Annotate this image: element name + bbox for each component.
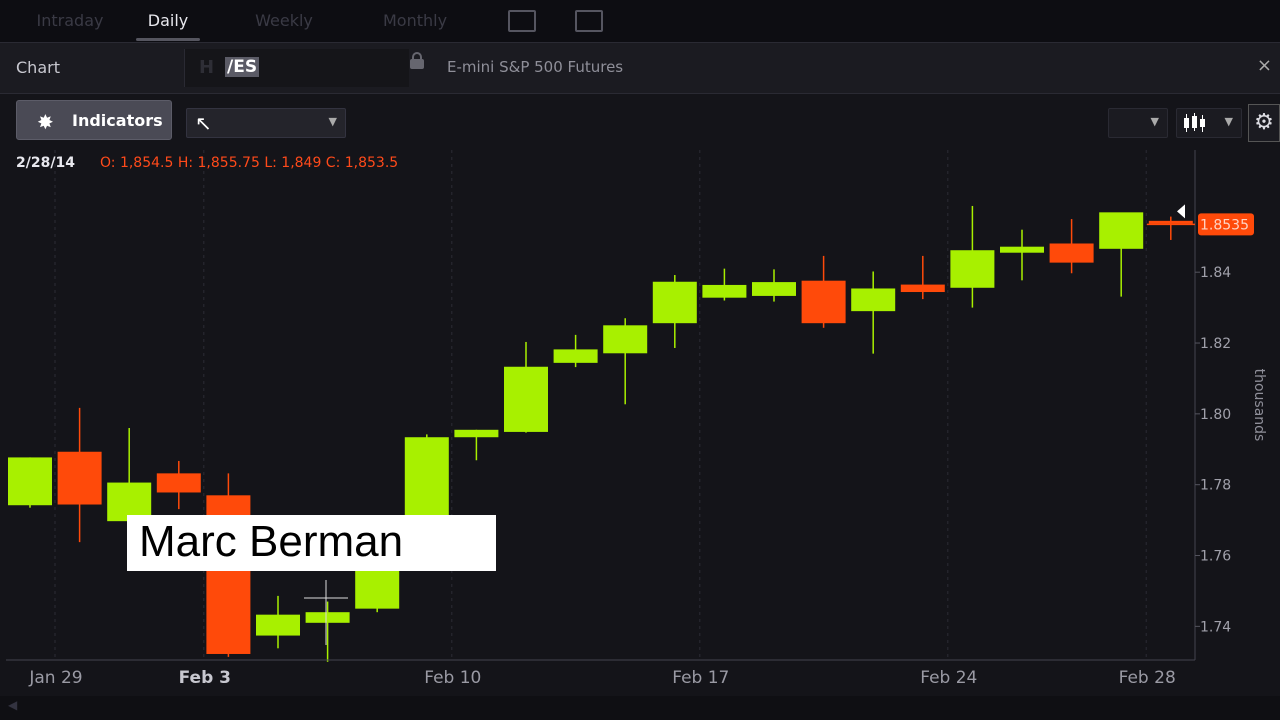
candle-body — [256, 614, 300, 636]
x-tick-label: Feb 10 — [424, 668, 481, 688]
y-tick-label: 1.80 — [1200, 407, 1231, 423]
chevron-down-icon: ▼ — [1150, 115, 1159, 128]
chart-style-dropdown[interactable]: ▼ — [1176, 108, 1242, 138]
symbol-description: E-mini S&P 500 Futures — [447, 58, 624, 76]
price-chart[interactable]: 1.741.761.781.801.821.84thousands1.8535 … — [0, 150, 1280, 696]
candle-body — [8, 457, 52, 506]
indicators-icon: ✸ — [37, 110, 54, 134]
chart-toolbar: ✸ Indicators ↖ ▼ ▼ ▼ ⚙ — [0, 94, 1280, 150]
tab-daily[interactable]: Daily — [128, 0, 208, 42]
candle-body — [305, 612, 350, 623]
candle-body — [801, 280, 846, 324]
chart-title: Chart — [16, 58, 60, 77]
candle-body — [57, 451, 102, 505]
chart-scrollbar[interactable]: ◀ — [0, 696, 1280, 720]
x-tick-label: Feb 28 — [1119, 668, 1176, 688]
last-price-label: 1.8535 — [1200, 217, 1249, 233]
candle-body — [156, 473, 201, 493]
settings-gear-icon[interactable]: ⚙ — [1248, 104, 1280, 142]
symbol-value[interactable]: /ES — [225, 57, 260, 77]
symbol-type-icon: H — [199, 57, 215, 78]
y-tick-label: 1.78 — [1200, 478, 1231, 494]
candle-body — [603, 325, 648, 354]
candle-body — [1049, 243, 1094, 263]
candle-body — [1000, 246, 1044, 253]
candle-body — [1148, 220, 1193, 224]
candle-body — [504, 366, 548, 432]
presenter-name: Marc Berman — [139, 517, 404, 566]
y-tick-label: 1.84 — [1200, 265, 1231, 281]
chevron-down-icon: ▼ — [328, 115, 337, 128]
tab-weekly[interactable]: Weekly — [244, 0, 324, 42]
candle-body — [553, 349, 598, 363]
close-icon[interactable]: × — [1257, 55, 1272, 76]
x-tick-label: Feb 17 — [672, 668, 729, 688]
candlestick-style-icon — [1184, 113, 1205, 132]
y-tick-label: 1.74 — [1200, 619, 1231, 635]
candle-body — [851, 288, 896, 312]
ohlc-values: O: 1,854.5 H: 1,855.75 L: 1,849 C: 1,853… — [100, 155, 399, 171]
collapse-arrow-icon — [1177, 204, 1185, 219]
candle-body — [752, 282, 796, 296]
x-tick-label: Feb 3 — [179, 668, 231, 688]
price-axis: 1.74 1.76 1.78 1.80 1.82 1.84 thousands 1.8535 — [6, 150, 1267, 661]
candlestick-series — [8, 205, 1193, 662]
symbol-input[interactable]: H /ES — [184, 49, 409, 87]
y-tick-label: 1.82 — [1200, 336, 1231, 352]
chevron-down-icon: ▼ — [1224, 115, 1233, 128]
cursor-tool-dropdown[interactable]: ↖ ▼ — [186, 108, 346, 138]
date-axis: Jan 29 Feb 3 Feb 10 Feb 17 Feb 24 Feb 28 — [28, 668, 1175, 688]
candle-body — [652, 281, 697, 324]
candle-body — [950, 250, 995, 288]
candle-body — [1099, 212, 1144, 249]
drawing-tool-dropdown[interactable]: ▼ — [1108, 108, 1168, 138]
cursor-arrow-icon: ↖ — [195, 111, 212, 135]
presenter-caption: Marc Berman — [127, 515, 496, 571]
candle-body — [404, 437, 449, 526]
tab-monthly[interactable]: Monthly — [370, 0, 460, 42]
stack-layout-icon[interactable] — [575, 10, 603, 32]
grid-layout-icon[interactable] — [508, 10, 536, 32]
timeframe-tab-bar: Intraday Daily Weekly Monthly — [0, 0, 1280, 43]
indicators-button[interactable]: ✸ Indicators — [16, 100, 172, 140]
candle-body — [900, 284, 945, 293]
ohlc-date: 2/28/14 — [16, 155, 75, 171]
y-tick-label: 1.76 — [1200, 549, 1231, 565]
active-tab-indicator — [136, 38, 200, 41]
lock-icon[interactable] — [410, 52, 424, 69]
chart-header: Chart H /ES E-mini S&P 500 Futures × — [0, 43, 1280, 94]
indicators-label: Indicators — [72, 111, 163, 130]
candle-body — [454, 429, 499, 438]
tab-intraday[interactable]: Intraday — [20, 0, 120, 42]
y-axis-label: thousands — [1251, 369, 1267, 442]
scroll-left-icon[interactable]: ◀ — [8, 698, 17, 712]
x-tick-label: Jan 29 — [28, 668, 82, 688]
candle-body — [702, 284, 747, 298]
x-tick-label: Feb 24 — [920, 668, 977, 688]
